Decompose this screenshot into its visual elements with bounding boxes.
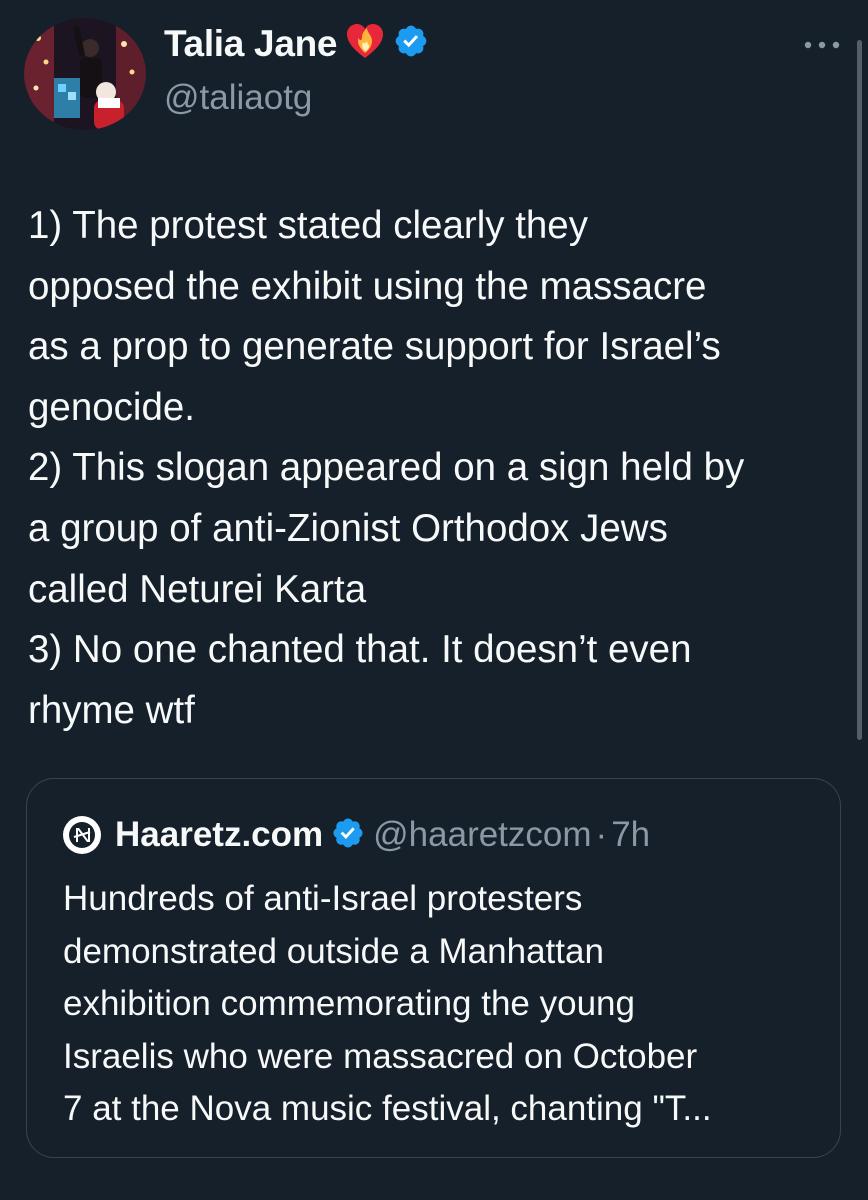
quoted-verified-badge-icon [331,816,365,855]
tweet-card: Talia Jane @taliaotg 1) The protest stat… [0,0,868,1200]
tweet-text-line: rhyme wtf [28,688,195,732]
quoted-text-line: demonstrated outside a Manhattan [63,931,604,971]
author-handle[interactable]: @taliaotg [164,78,312,118]
tweet-text-line: 1) The protest stated clearly they [28,204,588,247]
quoted-tweet-header: Haaretz.com @haaretzcom · 7h [63,815,650,855]
avatar-photo [24,18,146,130]
quoted-timestamp[interactable]: 7h [611,815,650,855]
tweet-text-line: opposed the exhibit using the massacre [28,264,707,308]
quoted-handle[interactable]: @haaretzcom [373,815,591,855]
author-display-name[interactable]: Talia Jane [164,23,337,65]
tweet-text-line: as a prop to generate support for Israel… [28,325,721,369]
verified-badge-icon[interactable] [393,23,429,64]
quoted-tweet-text: Hundreds of anti-Israel protesters demon… [63,873,823,1136]
haaretz-logo-icon[interactable] [63,816,101,854]
quoted-text-line: exhibition commemorating the young [63,984,635,1023]
quoted-text-line: Israelis who were massacred on October [63,1036,698,1076]
tweet-text-line: 2) This slogan appeared on a sign held b… [28,446,745,490]
author-name-row[interactable]: Talia Jane [164,22,429,65]
quoted-text-line: Hundreds of anti-Israel protesters [63,879,583,918]
tweet-text-line: a group of anti-Zionist Orthodox Jews [28,506,668,550]
scrollbar[interactable] [857,40,862,740]
author-avatar[interactable] [24,18,146,130]
quoted-separator: · [595,815,608,854]
quoted-text-line: 7 at the Nova music festival, chanting "… [63,1089,712,1128]
tweet-text-line: genocide. [28,385,195,429]
quoted-display-name[interactable]: Haaretz.com [115,815,323,855]
heart-on-fire-icon [345,22,385,65]
quoted-tweet[interactable]: Haaretz.com @haaretzcom · 7h Hundreds of… [26,778,841,1158]
more-options-icon[interactable] [800,30,844,60]
tweet-text-line: called Neturei Karta [28,567,367,611]
tweet-text: 1) The protest stated clearly they oppos… [28,196,848,741]
tweet-text-line: 3) No one chanted that. It doesn’t even [28,628,692,672]
